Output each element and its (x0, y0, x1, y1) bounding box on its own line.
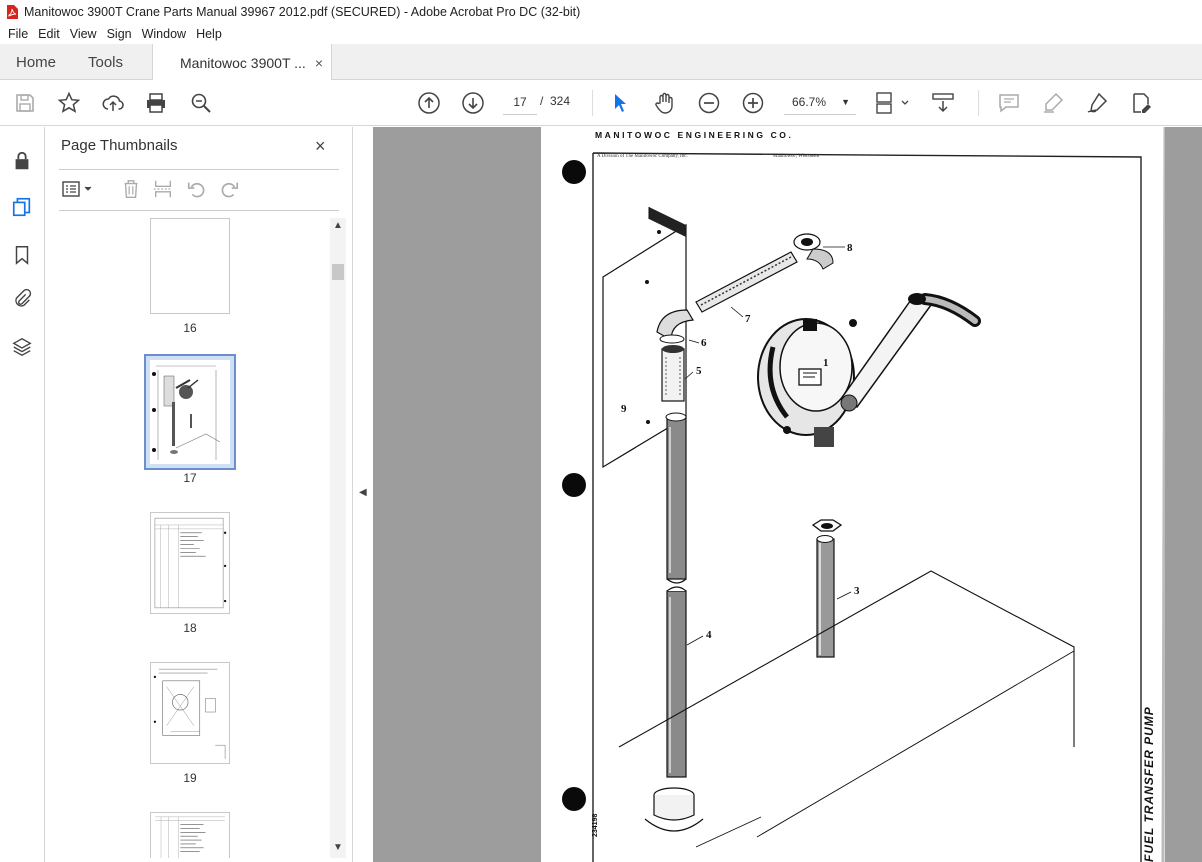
left-navigation-rail (0, 127, 45, 862)
edit-document-icon[interactable] (1128, 90, 1154, 116)
thumbnail-page-19[interactable] (150, 662, 230, 764)
star-icon[interactable] (56, 90, 82, 116)
thumbnail-label: 16 (183, 321, 197, 335)
menu-edit[interactable]: Edit (38, 27, 60, 41)
page-thumbnails-panel: Page Thumbnails × 16 17 18 19 ▲ ▼ (45, 127, 353, 862)
page-subheader-left: A Division of The Manitowoc Company, Inc… (597, 154, 688, 159)
window-titlebar: Manitowoc 3900T Crane Parts Manual 39967… (0, 0, 1202, 24)
menu-sign[interactable]: Sign (107, 27, 132, 41)
thumbnail-label: 18 (183, 621, 197, 635)
thumbnail-list: 16 17 18 19 (59, 218, 329, 858)
trash-icon[interactable] (119, 177, 143, 201)
thumbnail-page-18[interactable] (150, 512, 230, 614)
page-separator: / (540, 94, 544, 108)
divider (59, 169, 339, 170)
upload-cloud-icon[interactable] (100, 90, 126, 116)
highlight-pen-icon[interactable] (1040, 90, 1066, 116)
options-menu-icon[interactable] (61, 177, 95, 201)
hand-tool-icon[interactable] (652, 90, 678, 116)
callout-9: 9 (621, 403, 627, 415)
scrollbar-thumb[interactable] (332, 264, 344, 280)
menu-view[interactable]: View (70, 27, 97, 41)
thumbnail-label: 19 (183, 771, 197, 785)
page-total: 324 (550, 94, 571, 108)
zoom-level-select[interactable]: 66.7% ▼ (784, 90, 856, 115)
thumbnail-page-17-selected[interactable] (144, 354, 236, 470)
parts-illustration: MANITOWOC ENGINEERING CO. A Division of … (562, 127, 1165, 862)
thumbnail-label: 17 (183, 471, 197, 485)
acrobat-app-icon (7, 5, 18, 19)
comment-icon[interactable] (996, 90, 1022, 116)
thumbnail-preview (150, 360, 230, 464)
tab-tools[interactable]: Tools (88, 44, 123, 80)
drawing-number: 234198 (592, 814, 599, 837)
thumbnail-page-16[interactable] (150, 218, 230, 314)
side-title: FUEL TRANSFER PUMP (1142, 706, 1156, 862)
thumbnail-preview (155, 816, 225, 858)
print-icon[interactable] (143, 90, 169, 116)
tab-home[interactable]: Home (16, 44, 56, 80)
close-icon[interactable]: × (315, 136, 326, 157)
scroll-up-icon[interactable]: ▲ (333, 220, 343, 231)
menu-window[interactable]: Window (142, 27, 186, 41)
tab-document-label: Manitowoc 3900T ... (180, 54, 306, 71)
menu-bar: File Edit View Sign Window Help (0, 24, 1202, 44)
menu-help[interactable]: Help (196, 27, 222, 41)
scroll-mode-icon[interactable] (930, 90, 956, 116)
split-page-icon[interactable] (151, 177, 175, 201)
callout-1: 1 (823, 357, 829, 369)
zoom-in-icon[interactable] (740, 90, 766, 116)
toolbar-divider (978, 90, 979, 116)
divider (59, 210, 339, 211)
callout-7: 7 (745, 313, 751, 325)
tab-close-icon[interactable]: × (315, 55, 323, 71)
thumbnail-page-20[interactable] (150, 812, 230, 858)
layers-icon[interactable] (10, 335, 34, 359)
punch-hole (562, 787, 586, 811)
lock-icon[interactable] (10, 149, 34, 173)
tab-bar: Home Tools Manitowoc 3900T ... × (0, 44, 1202, 81)
thumbnail-preview (154, 517, 227, 609)
rotate-left-icon[interactable] (185, 177, 209, 201)
toolbar-divider (592, 90, 593, 116)
document-view[interactable]: MANITOWOC ENGINEERING CO. A Division of … (373, 127, 1202, 862)
punch-hole (562, 473, 586, 497)
page-number-input[interactable]: 17 (503, 90, 537, 115)
thumbnail-preview (153, 668, 226, 759)
callout-5: 5 (696, 365, 702, 377)
next-page-icon[interactable] (460, 90, 486, 116)
page-header: MANITOWOC ENGINEERING CO. (595, 130, 794, 140)
attachment-paperclip-icon[interactable] (10, 287, 34, 311)
thumbnail-scrollbar[interactable]: ▲ ▼ (330, 218, 346, 858)
collapse-arrow-icon: ◀ (359, 487, 367, 498)
scroll-down-icon[interactable]: ▼ (333, 842, 343, 853)
callout-8: 8 (847, 242, 853, 254)
window-title: Manitowoc 3900T Crane Parts Manual 39967… (24, 5, 581, 19)
page-fit-icon[interactable] (874, 90, 914, 116)
select-cursor-icon[interactable] (607, 90, 633, 116)
sign-pen-icon[interactable] (1084, 90, 1110, 116)
zoom-out-icon[interactable] (696, 90, 722, 116)
find-zoom-icon[interactable] (188, 90, 214, 116)
thumbnail-tools (59, 177, 339, 203)
punch-hole (562, 160, 586, 184)
callout-6: 6 (701, 337, 707, 349)
bookmark-icon[interactable] (10, 243, 34, 267)
panel-title: Page Thumbnails (61, 137, 178, 154)
zoom-level-value: 66.7% (792, 95, 827, 109)
menu-file[interactable]: File (8, 27, 28, 41)
callout-3: 3 (854, 585, 860, 597)
chevron-down-icon: ▼ (841, 97, 850, 107)
pdf-page: MANITOWOC ENGINEERING CO. A Division of … (541, 127, 1165, 862)
rotate-right-icon[interactable] (217, 177, 241, 201)
save-icon[interactable] (12, 90, 38, 116)
callout-4: 4 (706, 629, 712, 641)
tab-document[interactable]: Manitowoc 3900T ... × (152, 44, 332, 81)
panel-collapse-handle[interactable]: ◀ (353, 127, 373, 862)
main-toolbar: 17 / 324 66.7% ▼ (0, 80, 1202, 126)
previous-page-icon[interactable] (416, 90, 442, 116)
page-thumbnails-icon[interactable] (10, 195, 34, 219)
